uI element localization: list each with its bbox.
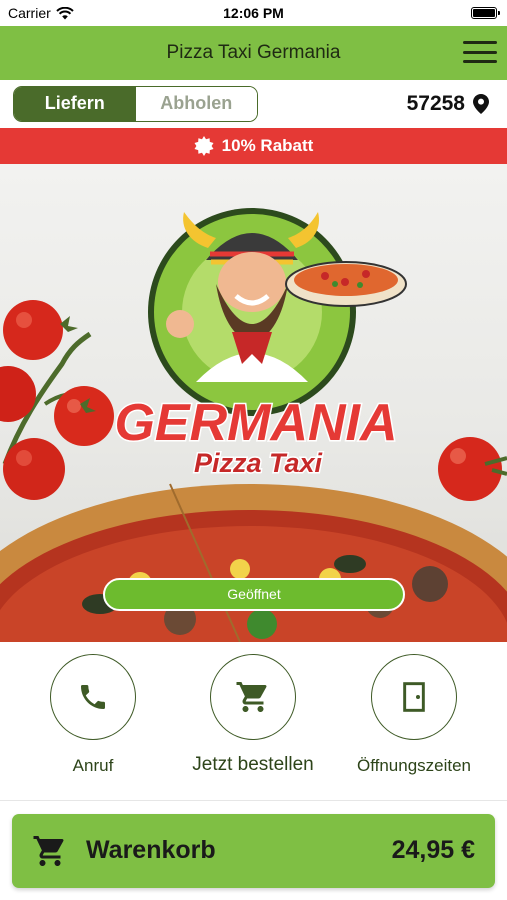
logo-title: GERMANIA: [114, 394, 397, 452]
cart-bar[interactable]: Warenkorb 24,95 €: [12, 814, 495, 888]
clock: 12:06 PM: [223, 5, 284, 21]
navigation-bar: Pizza Taxi Germania: [0, 26, 507, 80]
phone-icon: [81, 685, 105, 709]
call-label: Anruf: [72, 756, 114, 775]
cart-label: Warenkorb: [86, 836, 216, 864]
order-now-button[interactable]: [210, 654, 296, 740]
order-mode-toggle: Liefern Abholen: [13, 86, 258, 122]
call-button[interactable]: [50, 654, 136, 740]
app-title: Pizza Taxi Germania: [166, 42, 341, 63]
zip-code: 57258: [406, 92, 465, 115]
discount-banner: 10% Rabatt: [0, 128, 507, 164]
tomato-vine-left: [0, 300, 114, 500]
hero-illustration: GERMANIA Pizza Taxi: [0, 208, 507, 642]
call-action[interactable]: Anruf: [18, 654, 168, 776]
opening-hours-button[interactable]: [371, 654, 457, 740]
door-icon: [403, 682, 425, 712]
tomato-right: [438, 437, 507, 501]
cart-total: 24,95 €: [391, 836, 475, 864]
discount-text: 10% Rabatt: [221, 136, 314, 155]
status-bar: Carrier 12:06 PM: [0, 0, 507, 26]
germania-logo: [148, 208, 407, 416]
hamburger-menu-icon[interactable]: [463, 39, 497, 65]
mode-pickup-tab[interactable]: Abholen: [135, 87, 257, 121]
battery-icon: [471, 7, 500, 19]
pizza-photo: [0, 483, 507, 642]
mode-delivery-tab[interactable]: Liefern: [14, 87, 136, 121]
hero-banner: GERMANIA Pizza Taxi Geöffnet: [0, 164, 507, 642]
cart-icon: [33, 836, 64, 866]
cart-icon: [236, 682, 267, 712]
opening-hours-label: Öffnungszeiten: [356, 756, 472, 775]
badge-icon: [194, 136, 214, 156]
location-pin-icon: [473, 94, 489, 114]
order-now-label: Jetzt bestellen: [192, 754, 314, 775]
open-status-button[interactable]: Geöffnet: [103, 578, 405, 611]
order-mode-row: Liefern Abholen 57258: [0, 80, 507, 128]
order-now-action[interactable]: Jetzt bestellen: [178, 654, 328, 776]
opening-hours-action[interactable]: Öffnungszeiten: [339, 654, 489, 776]
quick-actions: Anruf Jetzt bestellen Öffnungszeiten: [0, 642, 507, 800]
logo-subtitle: Pizza Taxi: [194, 448, 323, 478]
location-selector[interactable]: 57258: [407, 92, 489, 116]
divider: [0, 800, 507, 801]
